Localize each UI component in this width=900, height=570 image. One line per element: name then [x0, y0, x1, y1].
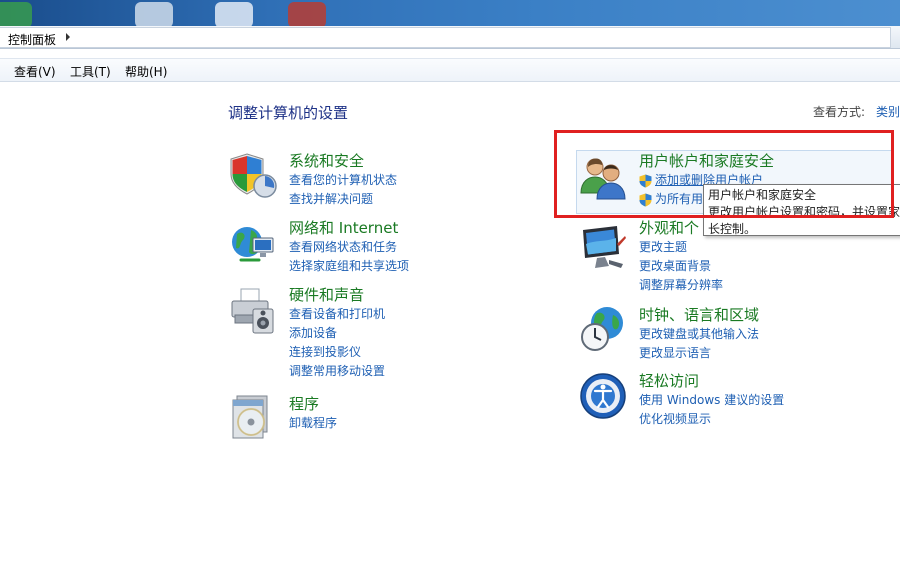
- desktop-icon: [0, 2, 32, 26]
- category-clock-language-region: 时钟、语言和区域 更改键盘或其他输入法 更改显示语言: [639, 305, 759, 363]
- category-title-clock-language-region[interactable]: 时钟、语言和区域: [639, 305, 759, 325]
- category-title-network[interactable]: 网络和 Internet: [289, 218, 409, 238]
- category-title-hardware-sound[interactable]: 硬件和声音: [289, 285, 385, 305]
- accessibility-icon[interactable]: [579, 372, 627, 420]
- menu-help[interactable]: 帮助(H): [125, 63, 167, 80]
- link-devices-printers[interactable]: 查看设备和打印机: [289, 305, 385, 324]
- view-by-dropdown[interactable]: 类别: [876, 103, 900, 120]
- desktop-icon: [288, 2, 326, 26]
- link-change-desktop-background[interactable]: 更改桌面背景: [639, 257, 723, 276]
- address-field[interactable]: 控制面板: [0, 27, 891, 48]
- page-title: 调整计算机的设置: [228, 104, 349, 122]
- view-by-label: 查看方式:: [813, 105, 866, 119]
- category-network: 网络和 Internet 查看网络状态和任务 选择家庭组和共享选项: [289, 218, 409, 276]
- breadcrumb-arrow-icon[interactable]: [66, 33, 70, 41]
- menu-bar: 查看(V) 工具(T) 帮助(H): [0, 58, 900, 82]
- printer-icon[interactable]: [229, 287, 277, 335]
- monitor-icon[interactable]: [579, 224, 627, 272]
- link-add-device[interactable]: 添加设备: [289, 324, 385, 343]
- desktop-wallpaper-strip: [0, 0, 900, 26]
- breadcrumb-control-panel[interactable]: 控制面板: [8, 31, 56, 48]
- link-homegroup-sharing[interactable]: 选择家庭组和共享选项: [289, 257, 409, 276]
- category-hardware-sound: 硬件和声音 查看设备和打印机 添加设备 连接到投影仪 调整常用移动设置: [289, 285, 385, 381]
- category-ease-of-access: 轻松访问 使用 Windows 建议的设置 优化视频显示: [639, 371, 784, 429]
- network-globe-icon[interactable]: [229, 220, 277, 268]
- category-title-system-security[interactable]: 系统和安全: [289, 151, 397, 171]
- programs-disc-icon[interactable]: [229, 394, 277, 442]
- menu-tools[interactable]: 工具(T): [70, 63, 111, 80]
- category-title-programs[interactable]: 程序: [289, 394, 337, 414]
- link-change-display-language[interactable]: 更改显示语言: [639, 344, 759, 363]
- link-change-theme[interactable]: 更改主题: [639, 238, 723, 257]
- category-title-ease-of-access[interactable]: 轻松访问: [639, 371, 784, 391]
- link-connect-projector[interactable]: 连接到投影仪: [289, 343, 385, 362]
- clock-globe-icon[interactable]: [579, 305, 627, 353]
- address-bar[interactable]: 控制面板: [0, 26, 900, 49]
- link-windows-suggested-settings[interactable]: 使用 Windows 建议的设置: [639, 391, 784, 410]
- red-highlight-box: [554, 130, 894, 218]
- menu-view[interactable]: 查看(V): [14, 63, 56, 80]
- link-optimize-visual-display[interactable]: 优化视频显示: [639, 410, 784, 429]
- shield-icon[interactable]: [229, 152, 277, 200]
- tooltip-line-3: 长控制。: [708, 222, 757, 236]
- link-adjust-resolution[interactable]: 调整屏幕分辨率: [639, 276, 723, 295]
- category-system-security: 系统和安全 查看您的计算机状态 查找并解决问题: [289, 151, 397, 209]
- link-change-keyboards[interactable]: 更改键盘或其他输入法: [639, 325, 759, 344]
- link-find-fix-problems[interactable]: 查找并解决问题: [289, 190, 397, 209]
- link-uninstall-program[interactable]: 卸载程序: [289, 414, 337, 433]
- link-mobility-settings[interactable]: 调整常用移动设置: [289, 362, 385, 381]
- desktop-icon: [135, 2, 173, 26]
- link-network-status[interactable]: 查看网络状态和任务: [289, 238, 409, 257]
- link-view-computer-status[interactable]: 查看您的计算机状态: [289, 171, 397, 190]
- desktop-icon: [215, 2, 253, 26]
- category-programs: 程序 卸载程序: [289, 394, 337, 433]
